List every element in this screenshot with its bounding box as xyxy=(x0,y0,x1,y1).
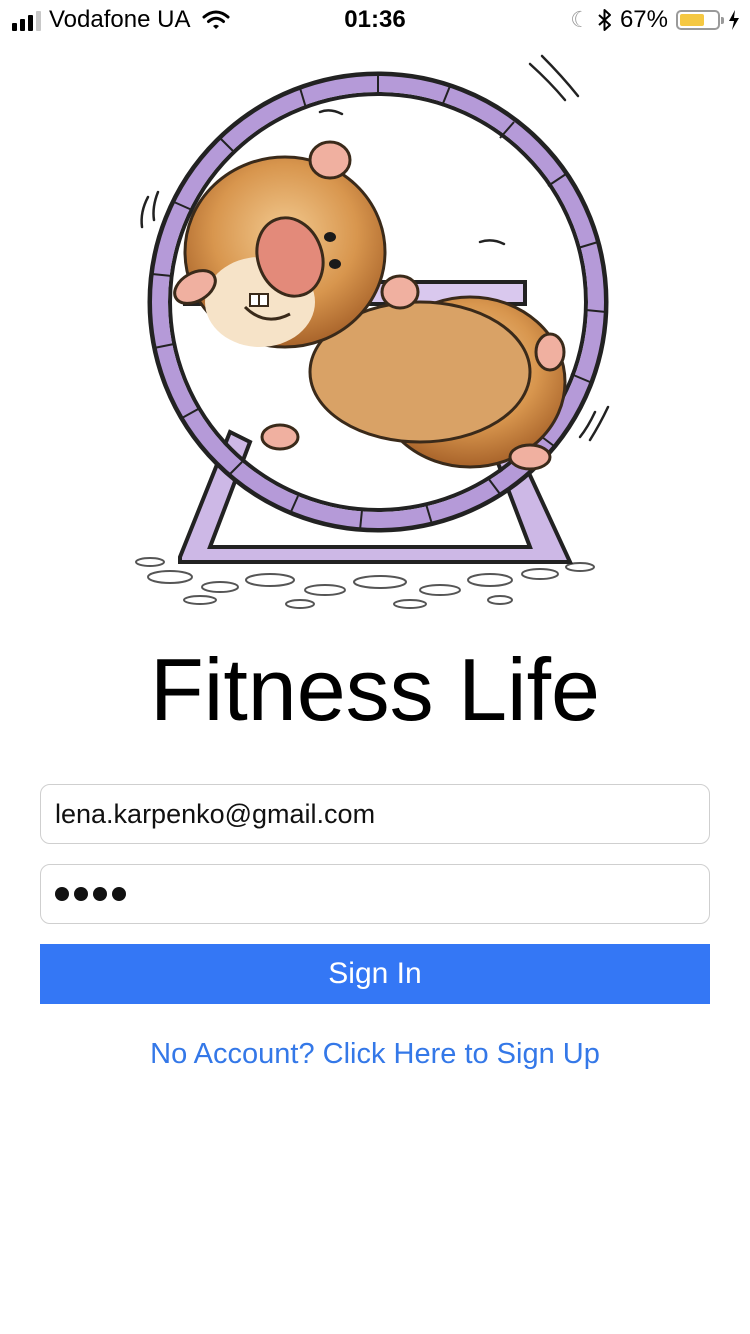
status-bar: Vodafone UA 01:36 ☾ 67% xyxy=(0,0,750,40)
sign-in-button[interactable]: Sign In xyxy=(40,944,710,1004)
battery-fill xyxy=(680,14,705,26)
moon-icon: ☾ xyxy=(570,7,590,32)
battery-icon xyxy=(676,10,724,30)
status-right: ☾ 67% xyxy=(570,6,740,34)
email-field[interactable]: lena.karpenko@gmail.com xyxy=(40,784,710,844)
charging-icon xyxy=(729,10,739,30)
app-title: Fitness Life xyxy=(150,640,600,739)
email-value: lena.karpenko@gmail.com xyxy=(55,798,376,829)
bluetooth-icon xyxy=(598,9,611,31)
sign-up-link[interactable]: No Account? Click Here to Sign Up xyxy=(0,1034,750,1074)
password-mask xyxy=(55,887,126,901)
hamster-wheel-illustration xyxy=(135,54,610,609)
battery-percent: 67% xyxy=(619,6,668,33)
password-field[interactable] xyxy=(40,864,710,924)
